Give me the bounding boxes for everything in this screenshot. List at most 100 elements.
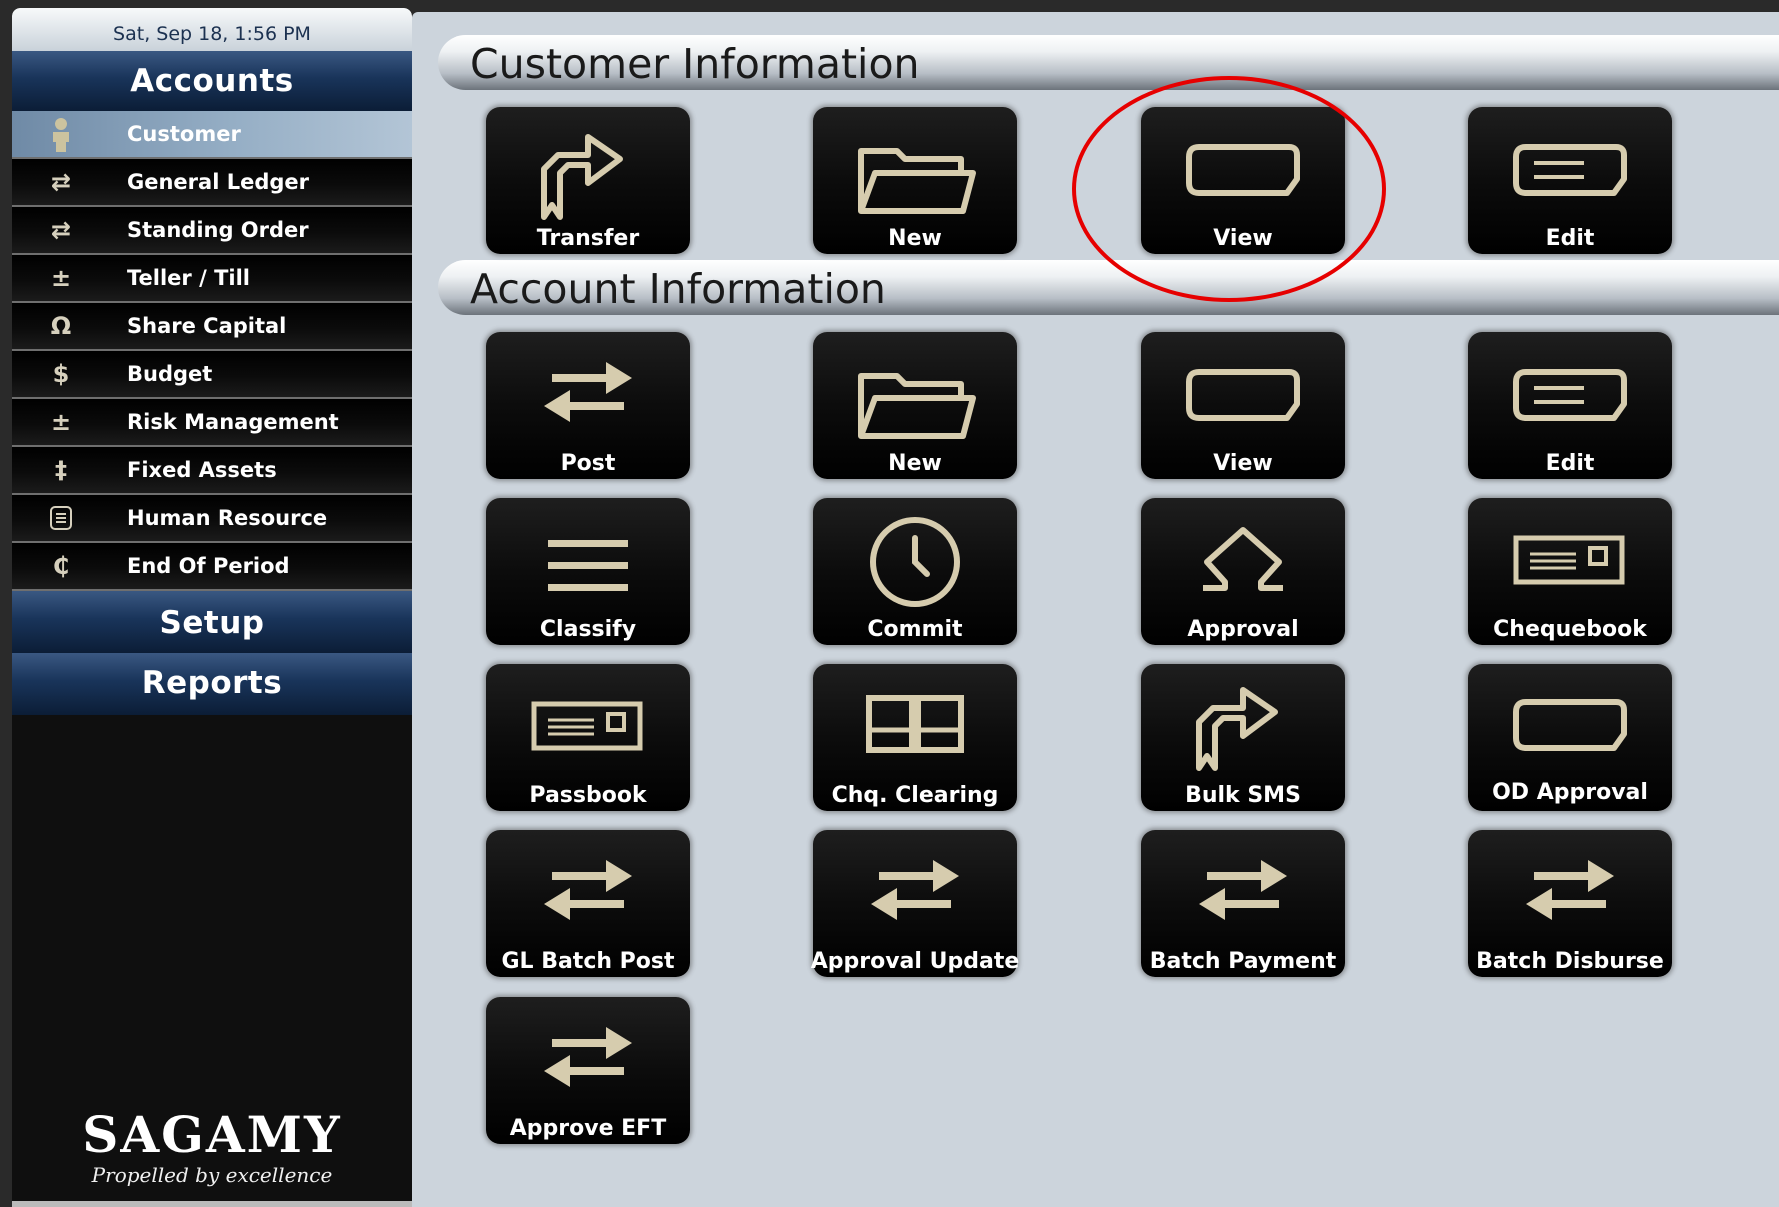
exchange-arrows-icon [1526, 860, 1614, 920]
tile-label: New [888, 226, 942, 251]
account-approval-tile[interactable]: Approval [1141, 498, 1345, 645]
tile-label: Bulk SMS [1185, 783, 1301, 808]
tile-label: Chq. Clearing [831, 783, 999, 808]
customer-edit-tile[interactable]: Edit [1468, 107, 1672, 254]
book-icon [866, 695, 964, 753]
tag-lines-icon [1513, 369, 1627, 421]
account-new-tile[interactable]: New [813, 332, 1017, 479]
customer-new-tile[interactable]: New [813, 107, 1017, 254]
folder-icon [858, 373, 976, 439]
customer-information-title: Customer Information [470, 40, 920, 88]
sidebar: Sat, Sep 18, 1:56 PM Accounts Customer ⇄… [12, 8, 412, 1207]
sidebar-item-general-ledger[interactable]: ⇄ General Ledger [12, 159, 412, 207]
card-icon [531, 701, 643, 751]
sidebar-item-label: End Of Period [127, 554, 290, 578]
sidebar-item-standing-order[interactable]: ⇄ Standing Order [12, 207, 412, 255]
account-post-tile[interactable]: Post [486, 332, 690, 479]
omega-icon: Ω [50, 312, 72, 340]
tile-label: View [1213, 451, 1273, 476]
setup-section-header[interactable]: Setup [12, 591, 412, 653]
tag-icon [1186, 369, 1300, 421]
tile-label: GL Batch Post [501, 949, 675, 974]
brand-tagline: Propelled by excellence [91, 1163, 333, 1187]
cedi-icon: ₵ [52, 552, 70, 580]
tile-label: Transfer [536, 226, 640, 251]
sidebar-item-label: Risk Management [127, 410, 339, 434]
tile-label: Post [560, 451, 616, 476]
tile-label: Approval [1187, 617, 1299, 642]
customer-view-tile[interactable]: View [1141, 107, 1345, 254]
sidebar-item-fixed-assets[interactable]: ‡ Fixed Assets [12, 447, 412, 495]
account-batch-disburse-tile[interactable]: Batch Disburse [1468, 830, 1672, 977]
exchange-icon: ⇄ [50, 216, 72, 244]
tile-label: Chequebook [1493, 617, 1647, 642]
account-chequebook-tile[interactable]: Chequebook [1468, 498, 1672, 645]
folder-icon [858, 148, 976, 214]
tile-label: Commit [867, 617, 963, 642]
main-content: Customer Information Account Information… [412, 12, 1779, 1207]
sidebar-item-risk-management[interactable]: ± Risk Management [12, 399, 412, 447]
sidebar-item-budget[interactable]: $ Budget [12, 351, 412, 399]
account-classify-tile[interactable]: Classify [486, 498, 690, 645]
sidebar-bottom-bar [12, 1201, 412, 1207]
reports-section-header[interactable]: Reports [12, 653, 412, 715]
sidebar-item-teller-till[interactable]: ± Teller / Till [12, 255, 412, 303]
tag-icon [1513, 699, 1627, 751]
menu-lines-icon [548, 540, 628, 591]
tile-label: Batch Payment [1149, 949, 1337, 974]
sidebar-item-label: Human Resource [127, 506, 328, 530]
tile-label: Edit [1545, 226, 1595, 251]
account-batch-payment-tile[interactable]: Batch Payment [1141, 830, 1345, 977]
account-passbook-tile[interactable]: Passbook [486, 664, 690, 811]
account-chq-clearing-tile[interactable]: Chq. Clearing [813, 664, 1017, 811]
account-gl-batch-post-tile[interactable]: GL Batch Post [486, 830, 690, 977]
document-icon [46, 495, 76, 546]
sidebar-item-customer[interactable]: Customer [12, 111, 412, 159]
sidebar-item-end-of-period[interactable]: ₵ End Of Period [12, 543, 412, 591]
account-information-header: Account Information [438, 260, 1779, 315]
sidebar-item-human-resource[interactable]: Human Resource [12, 495, 412, 543]
omega-icon [1203, 527, 1283, 591]
tile-label: Batch Disburse [1476, 949, 1664, 974]
customer-transfer-tile[interactable]: Transfer [486, 107, 690, 254]
account-edit-tile[interactable]: Edit [1468, 332, 1672, 479]
tag-lines-icon [1513, 144, 1627, 196]
share-arrow-icon [1196, 687, 1278, 771]
sidebar-item-label: Customer [127, 122, 241, 146]
tile-label: Approve EFT [509, 1116, 667, 1141]
sidebar-item-label: Share Capital [127, 314, 287, 338]
exchange-arrows-icon [871, 860, 959, 920]
account-bulk-sms-tile[interactable]: Bulk SMS [1141, 664, 1345, 811]
sidebar-item-label: Standing Order [127, 218, 309, 242]
brand-name: SAGAMY [82, 1105, 342, 1164]
sidebar-item-label: Teller / Till [127, 266, 250, 290]
account-information-title: Account Information [470, 265, 886, 313]
tag-icon [1186, 144, 1300, 196]
share-arrow-icon [541, 134, 623, 220]
plus-minus-icon: ± [50, 408, 72, 436]
tile-label: Classify [539, 617, 637, 642]
clock-icon [870, 517, 960, 607]
account-od-approval-tile[interactable]: OD Approval [1468, 664, 1672, 811]
account-view-tile[interactable]: View [1141, 332, 1345, 479]
exchange-icon: ⇄ [50, 168, 72, 196]
customer-information-header: Customer Information [438, 35, 1779, 90]
card-icon [1513, 535, 1625, 585]
sidebar-item-label: General Ledger [127, 170, 309, 194]
tile-label: New [888, 451, 942, 476]
tile-label: Passbook [529, 783, 647, 808]
datetime-display: Sat, Sep 18, 1:56 PM [12, 8, 412, 51]
tile-label: Approval Update [810, 949, 1020, 974]
account-commit-tile[interactable]: Commit [813, 498, 1017, 645]
plus-minus-icon: ± [50, 264, 72, 292]
exchange-arrows-icon [1199, 860, 1287, 920]
account-approval-update-tile[interactable]: Approval Update [811, 830, 1019, 977]
exchange-arrows-icon [544, 1027, 632, 1087]
account-approve-eft-tile[interactable]: Approve EFT [486, 997, 690, 1144]
dollar-icon: $ [52, 360, 70, 388]
brand-logo: SAGAMY Propelled by excellence [12, 1108, 412, 1188]
accounts-section-header[interactable]: Accounts [12, 51, 412, 111]
sidebar-item-label: Fixed Assets [127, 458, 277, 482]
sidebar-item-label: Budget [127, 362, 213, 386]
sidebar-item-share-capital[interactable]: Ω Share Capital [12, 303, 412, 351]
